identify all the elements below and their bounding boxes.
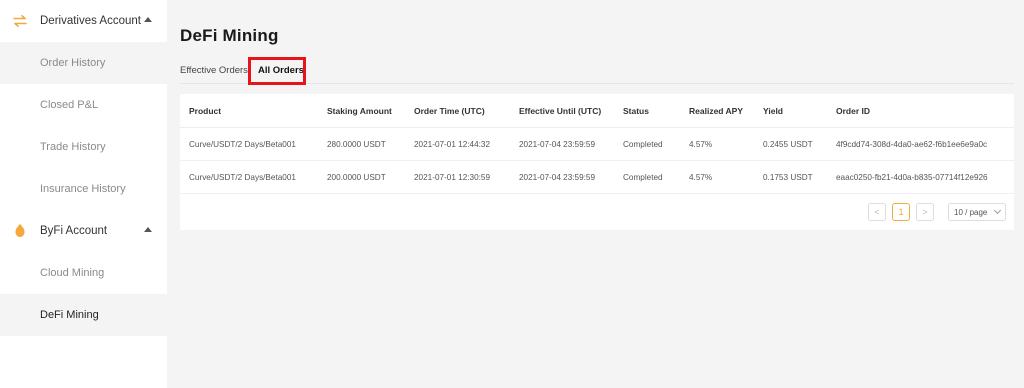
sidebar-item-cloud-mining[interactable]: Cloud Mining xyxy=(0,252,167,294)
cell-staking-amount: 280.0000 USDT xyxy=(327,139,386,149)
page-1-button[interactable]: 1 xyxy=(892,203,910,221)
cell-product: Curve/USDT/2 Days/Beta001 xyxy=(189,172,296,182)
pagination: < 1 > 10 / page xyxy=(868,203,1006,221)
cell-status: Completed xyxy=(623,172,663,182)
byfi-account-label: ByFi Account xyxy=(40,225,108,237)
piggy-bank-icon xyxy=(12,223,28,239)
derivatives-account-header[interactable]: Derivatives Account xyxy=(0,0,167,42)
caret-up-icon[interactable] xyxy=(144,17,152,22)
caret-up-icon[interactable] xyxy=(144,227,152,232)
cell-product: Curve/USDT/2 Days/Beta001 xyxy=(189,139,296,149)
order-tabs: Effective Orders All Orders xyxy=(180,57,1014,85)
page-title: DeFi Mining xyxy=(180,26,279,45)
column-header-order-time: Order Time (UTC) xyxy=(414,105,485,116)
byfi-account-header[interactable]: ByFi Account xyxy=(0,210,167,252)
column-header-effective-until: Effective Until (UTC) xyxy=(519,105,602,116)
cell-effective-until: 2021-07-04 23:59:59 xyxy=(519,172,596,182)
cell-yield: 0.1753 USDT xyxy=(763,172,813,182)
cell-yield: 0.2455 USDT xyxy=(763,139,813,149)
tab-effective-orders[interactable]: Effective Orders xyxy=(180,65,248,76)
cell-effective-until: 2021-07-04 23:59:59 xyxy=(519,139,596,149)
sidebar-item-closed-pnl[interactable]: Closed P&L xyxy=(0,84,167,126)
sidebar: Derivatives Account Order History Closed… xyxy=(0,0,167,388)
sidebar-item-order-history[interactable]: Order History xyxy=(0,42,167,84)
column-header-staking-amount: Staking Amount xyxy=(327,105,392,116)
table-row: Curve/USDT/2 Days/Beta001 200.0000 USDT … xyxy=(180,161,1014,194)
cell-realized-apy: 4.57% xyxy=(689,172,713,182)
column-header-product: Product xyxy=(189,105,222,116)
page-size-select[interactable]: 10 / page xyxy=(948,203,1006,221)
page-size-label: 10 / page xyxy=(954,207,988,217)
derivatives-account-label: Derivatives Account xyxy=(40,15,141,27)
chevron-down-icon xyxy=(993,206,1002,215)
next-page-button[interactable]: > xyxy=(916,203,934,221)
table-header: Product Staking Amount Order Time (UTC) … xyxy=(180,94,1014,128)
highlight-box xyxy=(248,57,306,85)
cell-realized-apy: 4.57% xyxy=(689,139,713,149)
cell-staking-amount: 200.0000 USDT xyxy=(327,172,386,182)
cell-order-id: eaac0250-fb21-4d0a-b835-07714f12e926 xyxy=(836,172,988,182)
column-header-realized-apy: Realized APY xyxy=(689,105,744,116)
orders-table: Product Staking Amount Order Time (UTC) … xyxy=(180,94,1014,230)
table-row: Curve/USDT/2 Days/Beta001 280.0000 USDT … xyxy=(180,128,1014,161)
transfer-arrows-icon xyxy=(12,13,28,29)
column-header-yield: Yield xyxy=(763,105,783,116)
column-header-status: Status xyxy=(623,105,649,116)
cell-order-time: 2021-07-01 12:30:59 xyxy=(414,172,491,182)
prev-page-button[interactable]: < xyxy=(868,203,886,221)
cell-order-time: 2021-07-01 12:44:32 xyxy=(414,139,491,149)
cell-order-id: 4f9cdd74-308d-4da0-ae62-f6b1ee6e9a0c xyxy=(836,139,988,149)
sidebar-item-insurance-history[interactable]: Insurance History xyxy=(0,168,167,210)
cell-status: Completed xyxy=(623,139,663,149)
column-header-order-id: Order ID xyxy=(836,105,871,116)
sidebar-item-defi-mining[interactable]: DeFi Mining xyxy=(0,294,167,336)
sidebar-item-trade-history[interactable]: Trade History xyxy=(0,126,167,168)
